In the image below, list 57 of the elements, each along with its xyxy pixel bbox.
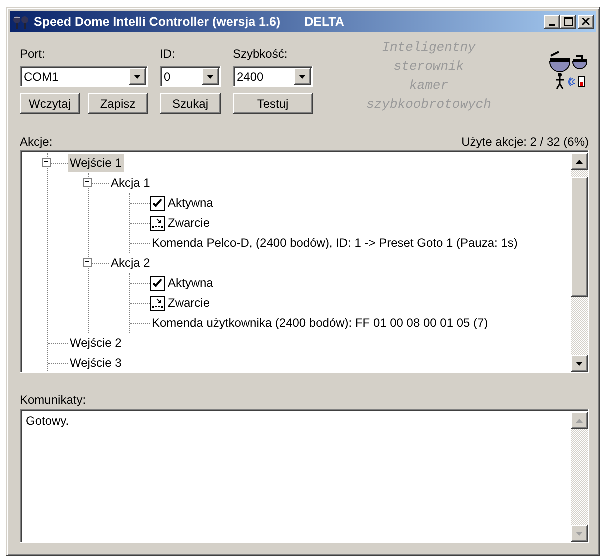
action-button[interactable]: Szukaj [160,93,221,114]
close-icon [582,18,590,25]
up-arrow-icon [576,418,583,422]
tree-item[interactable]: Zwarcie [166,294,212,312]
collapse-toggle[interactable] [42,158,51,167]
dropdown-arrow-icon [207,74,214,78]
up-arrow-icon [576,160,583,164]
tagline-text: szybkoobrotowych [366,96,492,114]
scroll-down-button[interactable] [571,525,588,542]
minimize-button[interactable] [544,14,560,28]
tree-item[interactable]: Komenda Pelco-D, (2400 bodów), ID: 1 -> Preset Goto 1 (Pauza: 1s) [150,234,520,252]
maximize-icon [564,17,572,26]
scrollbar-thumb[interactable] [571,177,588,297]
message-line: Gotowy. [26,414,70,429]
scroll-down-button[interactable] [571,355,588,372]
dropdown-arrow-icon [134,74,141,78]
action-button[interactable]: Wczytaj [20,93,80,114]
action-button[interactable]: Zapisz [88,93,148,114]
down-arrow-icon [576,362,583,366]
tree-item[interactable]: Aktywna [166,274,216,292]
tagline-text: sterownik [394,58,464,76]
scroll-up-button[interactable] [571,153,588,170]
actions-label: Akcje: [20,134,53,150]
tree-item[interactable]: Wejście 3 [68,354,124,372]
minimize-icon [549,24,555,26]
tree-item[interactable]: Wejście 1 [68,154,124,172]
collapse-toggle[interactable] [83,258,92,267]
checkbox[interactable] [150,276,165,290]
tree-item[interactable]: Akcja 2 [109,254,152,272]
tree-item[interactable]: Komenda użytkownika (2400 bodów): FF 01 00 08 00 01 05 (7) [150,314,490,332]
speed-label: Szybkość: [233,46,289,63]
tree-item[interactable]: Zwarcie [166,214,212,232]
camera-icon [12,14,30,30]
tagline-text: kamer [409,77,448,95]
contact-switch-icon [150,296,165,310]
id-label: ID: [160,46,176,63]
contact-switch-icon [150,216,165,230]
scroll-up-button[interactable] [571,412,588,429]
port-dropdown[interactable]: COM1 [20,66,148,87]
window-title: Speed Dome Intelli Controller (wersja 1.6) [34,14,281,28]
maximize-button[interactable] [560,14,576,28]
tree-item[interactable]: Aktywna [166,194,216,212]
used-actions-counter: Użyte akcje: 2 / 32 (6%) [462,134,589,150]
checkbox[interactable] [150,196,165,210]
id-dropdown[interactable]: 0 [160,66,221,87]
close-button[interactable] [578,14,594,28]
collapse-toggle[interactable] [83,178,92,187]
tree-item[interactable]: Wejście 2 [68,334,124,352]
speed-dropdown[interactable]: 2400 [233,66,313,87]
tagline-text: Inteligentny [382,39,476,57]
down-arrow-icon [576,532,583,536]
messages-label: Komunikaty: [20,392,88,408]
window-subtitle: DELTA [304,14,344,28]
action-button[interactable]: Testuj [233,93,313,114]
port-label: Port: [20,46,46,63]
dropdown-arrow-icon [299,74,306,78]
tree-item[interactable]: Akcja 1 [109,174,152,192]
